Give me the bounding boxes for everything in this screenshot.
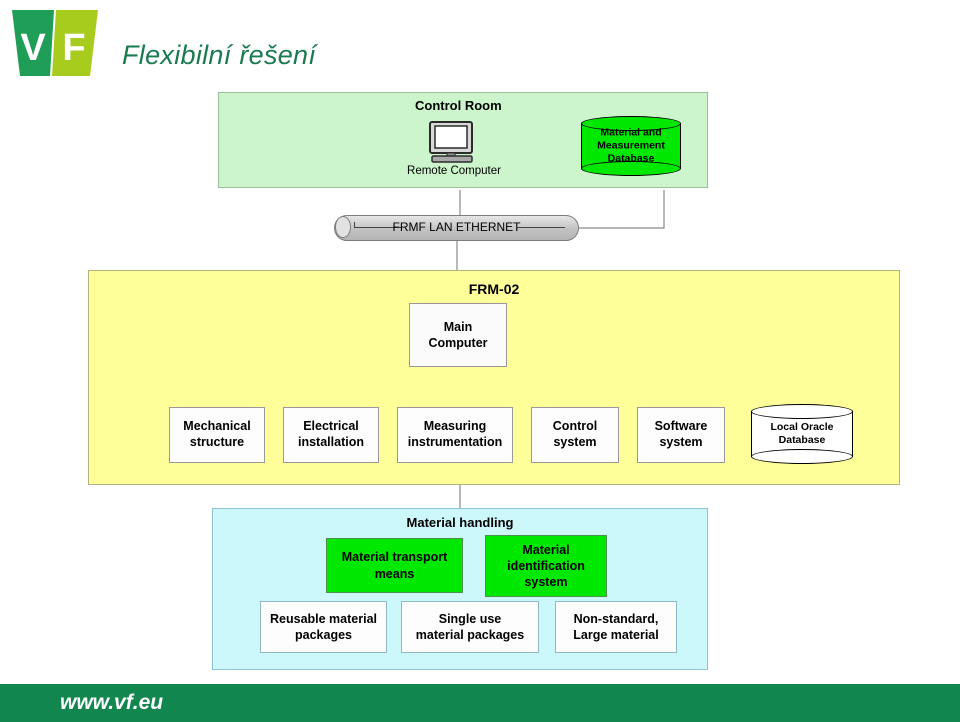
node-software-system: Software system — [637, 407, 725, 463]
node-measuring-instrumentation: Measuring instrumentation — [397, 407, 513, 463]
node-reusable-material-packages: Reusable material packages — [260, 601, 387, 653]
main-computer-label: Main Computer — [428, 319, 488, 350]
node-local-oracle-database: Local Oracle Database — [751, 404, 853, 464]
remote-computer-label: Remote Computer — [407, 165, 501, 177]
node-material-transport-means: Material transport means — [326, 538, 463, 593]
node-non-standard-large-material: Non-standard, Large material — [555, 601, 677, 653]
main-computer-node: Main Computer — [409, 303, 507, 367]
network-bus-label: FRMF LAN ETHERNET — [392, 220, 521, 234]
frm02-title: FRM-02 — [468, 281, 520, 297]
control-room-title: Control Room — [415, 98, 502, 113]
control-room-panel: Control Room Remote Computer Material an… — [218, 92, 708, 188]
network-bus: FRMF LAN ETHERNET — [334, 215, 579, 241]
node-electrical-installation: Electrical installation — [283, 407, 379, 463]
node-control-system: Control system — [531, 407, 619, 463]
page-title: Flexibilní řešení — [122, 40, 317, 70]
slide-canvas: V F Flexibilní řešení Control Room Remot… — [0, 0, 960, 722]
crt-monitor-icon — [426, 121, 480, 165]
node-material-identification-system: Material identification system — [485, 535, 607, 597]
frm02-panel: FRM-02 Main Computer Mechanical structur… — [88, 270, 900, 485]
node-mechanical-structure: Mechanical structure — [169, 407, 265, 463]
node-single-use-material-packages: Single use material packages — [401, 601, 539, 653]
vf-logo: V F — [8, 8, 100, 82]
material-handling-title: Material handling — [406, 515, 514, 530]
footer-bar: www.vf.eu — [0, 684, 960, 722]
logo-letter-f: F — [62, 27, 85, 69]
material-handling-panel: Material handling Material transport mea… — [212, 508, 708, 670]
local-oracle-database-label: Local Oracle Database — [770, 420, 834, 446]
logo-letter-v: V — [20, 27, 46, 69]
material-measurement-database-label: Material and Measurement Database — [597, 126, 665, 165]
footer-website-url: www.vf.eu — [60, 691, 164, 714]
material-measurement-database-node: Material and Measurement Database — [581, 116, 681, 176]
